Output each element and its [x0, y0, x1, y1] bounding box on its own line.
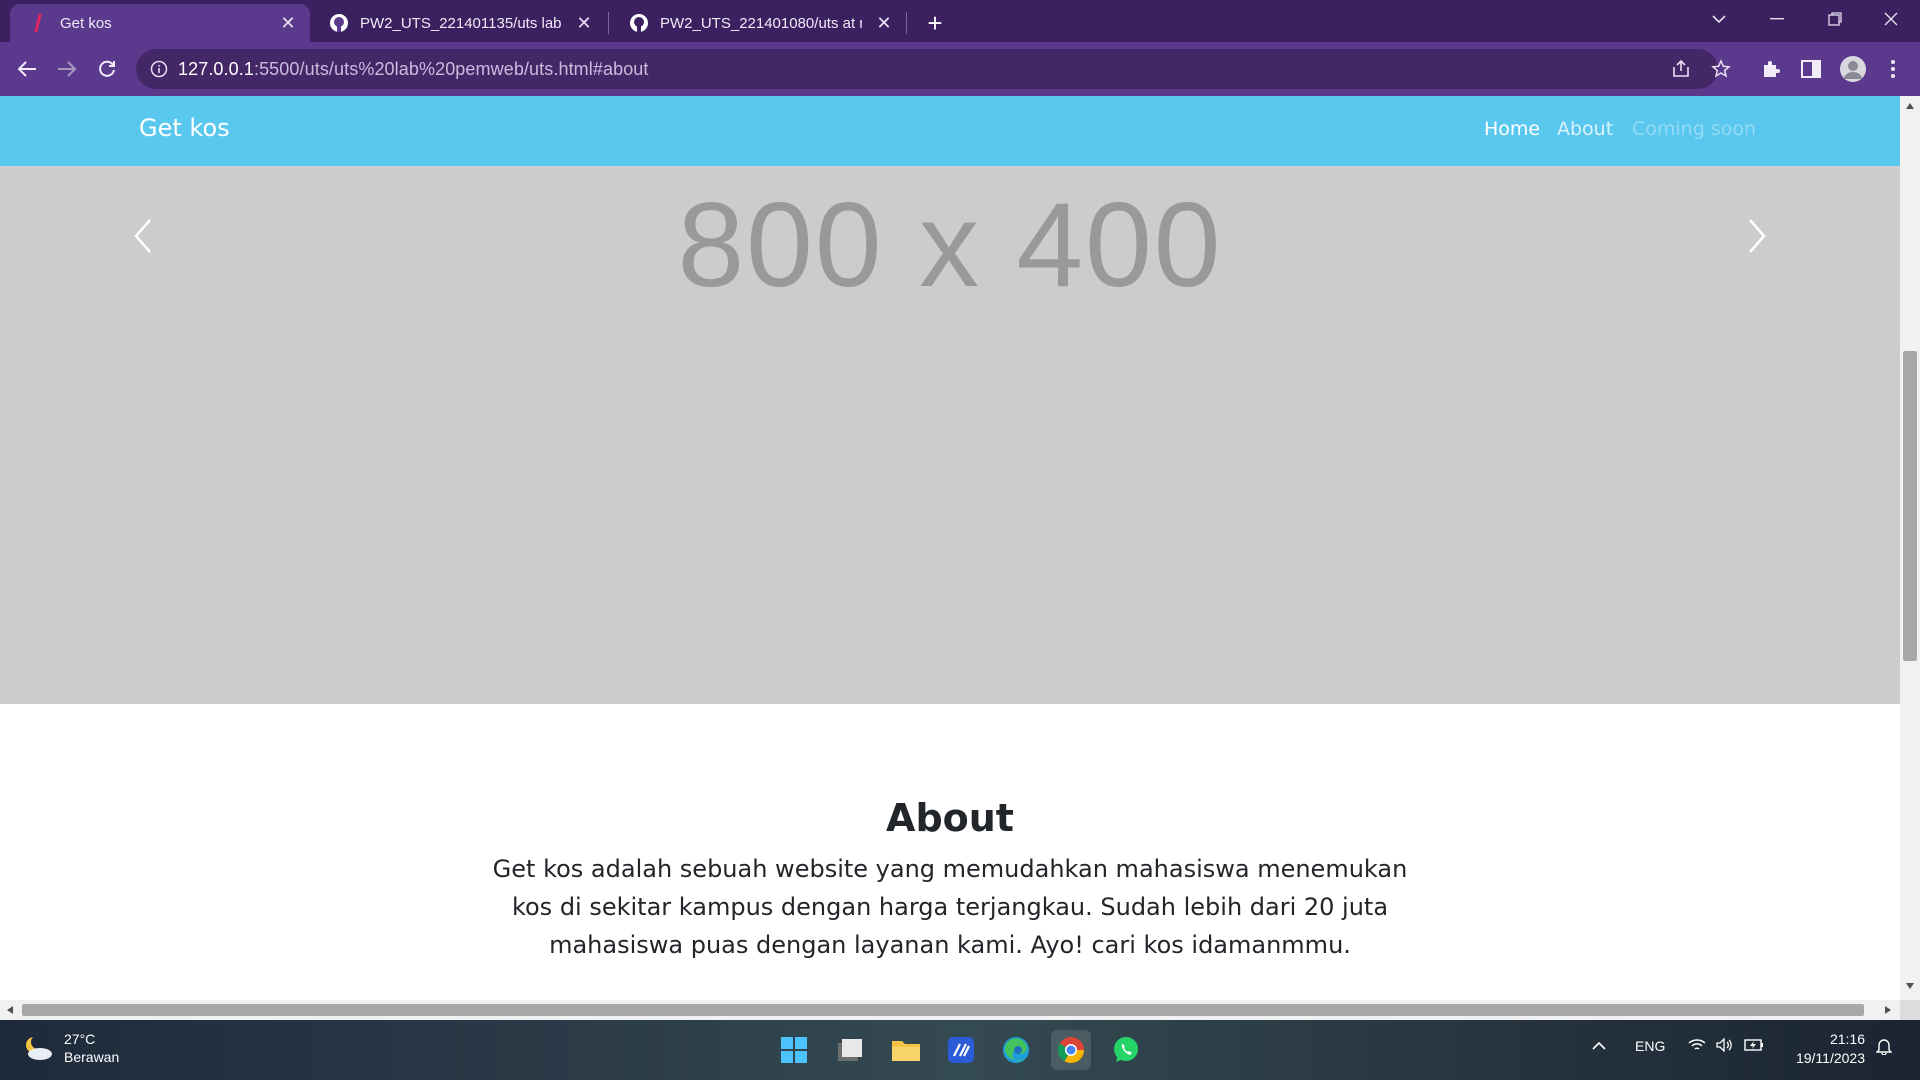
- scrollbar-corner: [1900, 1000, 1920, 1020]
- close-icon[interactable]: ✕: [574, 13, 594, 33]
- weather-description: Berawan: [64, 1049, 120, 1065]
- about-section: About Get kos adalah sebuah website yang…: [0, 796, 1900, 964]
- battery-charging-icon[interactable]: [1744, 1038, 1764, 1055]
- vertical-scrollbar[interactable]: [1900, 96, 1920, 1000]
- tab-get-kos[interactable]: Get kos ✕: [10, 4, 310, 42]
- nav-home[interactable]: Home: [1484, 118, 1540, 140]
- browser-toolbar: 127.0.0.1:5500/uts/uts%20lab%20pemweb/ut…: [0, 42, 1920, 96]
- nav-coming-soon: Coming soon: [1632, 118, 1757, 140]
- close-icon[interactable]: ✕: [874, 13, 894, 33]
- notification-bell-icon[interactable]: [1875, 1037, 1893, 1058]
- vertical-scroll-thumb[interactable]: [1903, 351, 1917, 661]
- whatsapp-icon[interactable]: [1106, 1030, 1146, 1070]
- minimize-button[interactable]: [1748, 0, 1806, 38]
- github-icon: [328, 12, 350, 34]
- brand-link[interactable]: Get kos: [139, 114, 230, 142]
- tab-title: PW2_UTS_221401135/uts lab pe: [360, 14, 562, 32]
- extensions-puzzle-icon[interactable]: [1756, 54, 1786, 84]
- profile-avatar[interactable]: [1838, 54, 1868, 84]
- about-heading: About: [886, 796, 1014, 840]
- task-view-icon[interactable]: [830, 1030, 870, 1070]
- side-panel-icon[interactable]: [1796, 54, 1826, 84]
- wifi-icon[interactable]: [1688, 1038, 1706, 1055]
- tab-github-135[interactable]: PW2_UTS_221401135/uts lab pe ✕: [310, 4, 606, 42]
- show-hidden-icons-chevron-icon[interactable]: [1592, 1038, 1606, 1054]
- info-icon[interactable]: [150, 60, 168, 78]
- tab-strip: Get kos ✕ PW2_UTS_221401135/uts lab pe ✕…: [0, 0, 1920, 42]
- carousel: 800 x 400: [0, 166, 1900, 704]
- scroll-right-icon: [1885, 1006, 1891, 1014]
- bootstrap-icon: [28, 12, 50, 34]
- language-indicator[interactable]: ENG: [1635, 1038, 1665, 1054]
- site-navbar: Get kos Home About Coming soon: [0, 96, 1900, 166]
- close-icon[interactable]: ✕: [278, 13, 298, 33]
- close-window-button[interactable]: [1862, 0, 1920, 38]
- back-button[interactable]: [12, 54, 42, 84]
- volume-icon[interactable]: [1716, 1037, 1734, 1055]
- carousel-next-icon[interactable]: [1738, 206, 1778, 266]
- page-viewport: Get kos Home About Coming soon 800 x 400…: [0, 96, 1900, 1000]
- horizontal-scrollbar[interactable]: [0, 1000, 1900, 1020]
- bookmark-star-icon[interactable]: [1706, 54, 1736, 84]
- windows-taskbar: 27°C Berawan ENG 21:16 19/11/2023: [0, 1020, 1920, 1080]
- tab-title: Get kos: [60, 14, 112, 32]
- partly-cloudy-night-icon: [26, 1035, 52, 1060]
- file-explorer-icon[interactable]: [886, 1030, 926, 1070]
- clock-date: 19/11/2023: [1795, 1050, 1865, 1066]
- tab-search-button[interactable]: [1690, 0, 1748, 38]
- tab-github-080[interactable]: PW2_UTS_221401080/uts at mai ✕: [610, 4, 906, 42]
- horizontal-scroll-thumb[interactable]: [22, 1004, 1864, 1016]
- tab-separator: [608, 12, 609, 34]
- clock-time: 21:16: [1829, 1031, 1865, 1047]
- tab-separator: [906, 12, 907, 34]
- start-windows-icon[interactable]: [774, 1030, 814, 1070]
- scroll-up-icon: [1906, 103, 1914, 109]
- reload-button[interactable]: [92, 54, 122, 84]
- about-text: Get kos adalah sebuah website yang memud…: [492, 855, 1408, 959]
- chrome-browser-icon[interactable]: [1051, 1030, 1091, 1070]
- github-icon: [628, 12, 650, 34]
- edge-browser-icon[interactable]: [996, 1030, 1036, 1070]
- vscode-like-app-icon[interactable]: [941, 1030, 981, 1070]
- address-bar[interactable]: 127.0.0.1:5500/uts/uts%20lab%20pemweb/ut…: [136, 49, 1718, 89]
- carousel-prev-icon[interactable]: [122, 206, 162, 266]
- carousel-placeholder-image: 800 x 400: [677, 178, 1223, 312]
- menu-kebab-icon[interactable]: [1878, 54, 1908, 84]
- scroll-down-icon: [1906, 983, 1914, 989]
- scroll-left-icon: [7, 1006, 13, 1014]
- system-clock[interactable]: 21:16 19/11/2023: [1785, 1030, 1865, 1068]
- share-icon[interactable]: [1666, 54, 1696, 84]
- nav-about[interactable]: About: [1557, 118, 1613, 140]
- tab-title: PW2_UTS_221401080/uts at mai: [660, 14, 862, 32]
- forward-button[interactable]: [52, 54, 82, 84]
- weather-temperature: 27°C: [64, 1031, 96, 1047]
- url-text: 127.0.0.1:5500/uts/uts%20lab%20pemweb/ut…: [178, 58, 649, 79]
- weather-widget[interactable]: 27°C Berawan: [22, 1030, 119, 1066]
- new-tab-button[interactable]: +: [920, 8, 950, 38]
- restore-button[interactable]: [1806, 0, 1864, 38]
